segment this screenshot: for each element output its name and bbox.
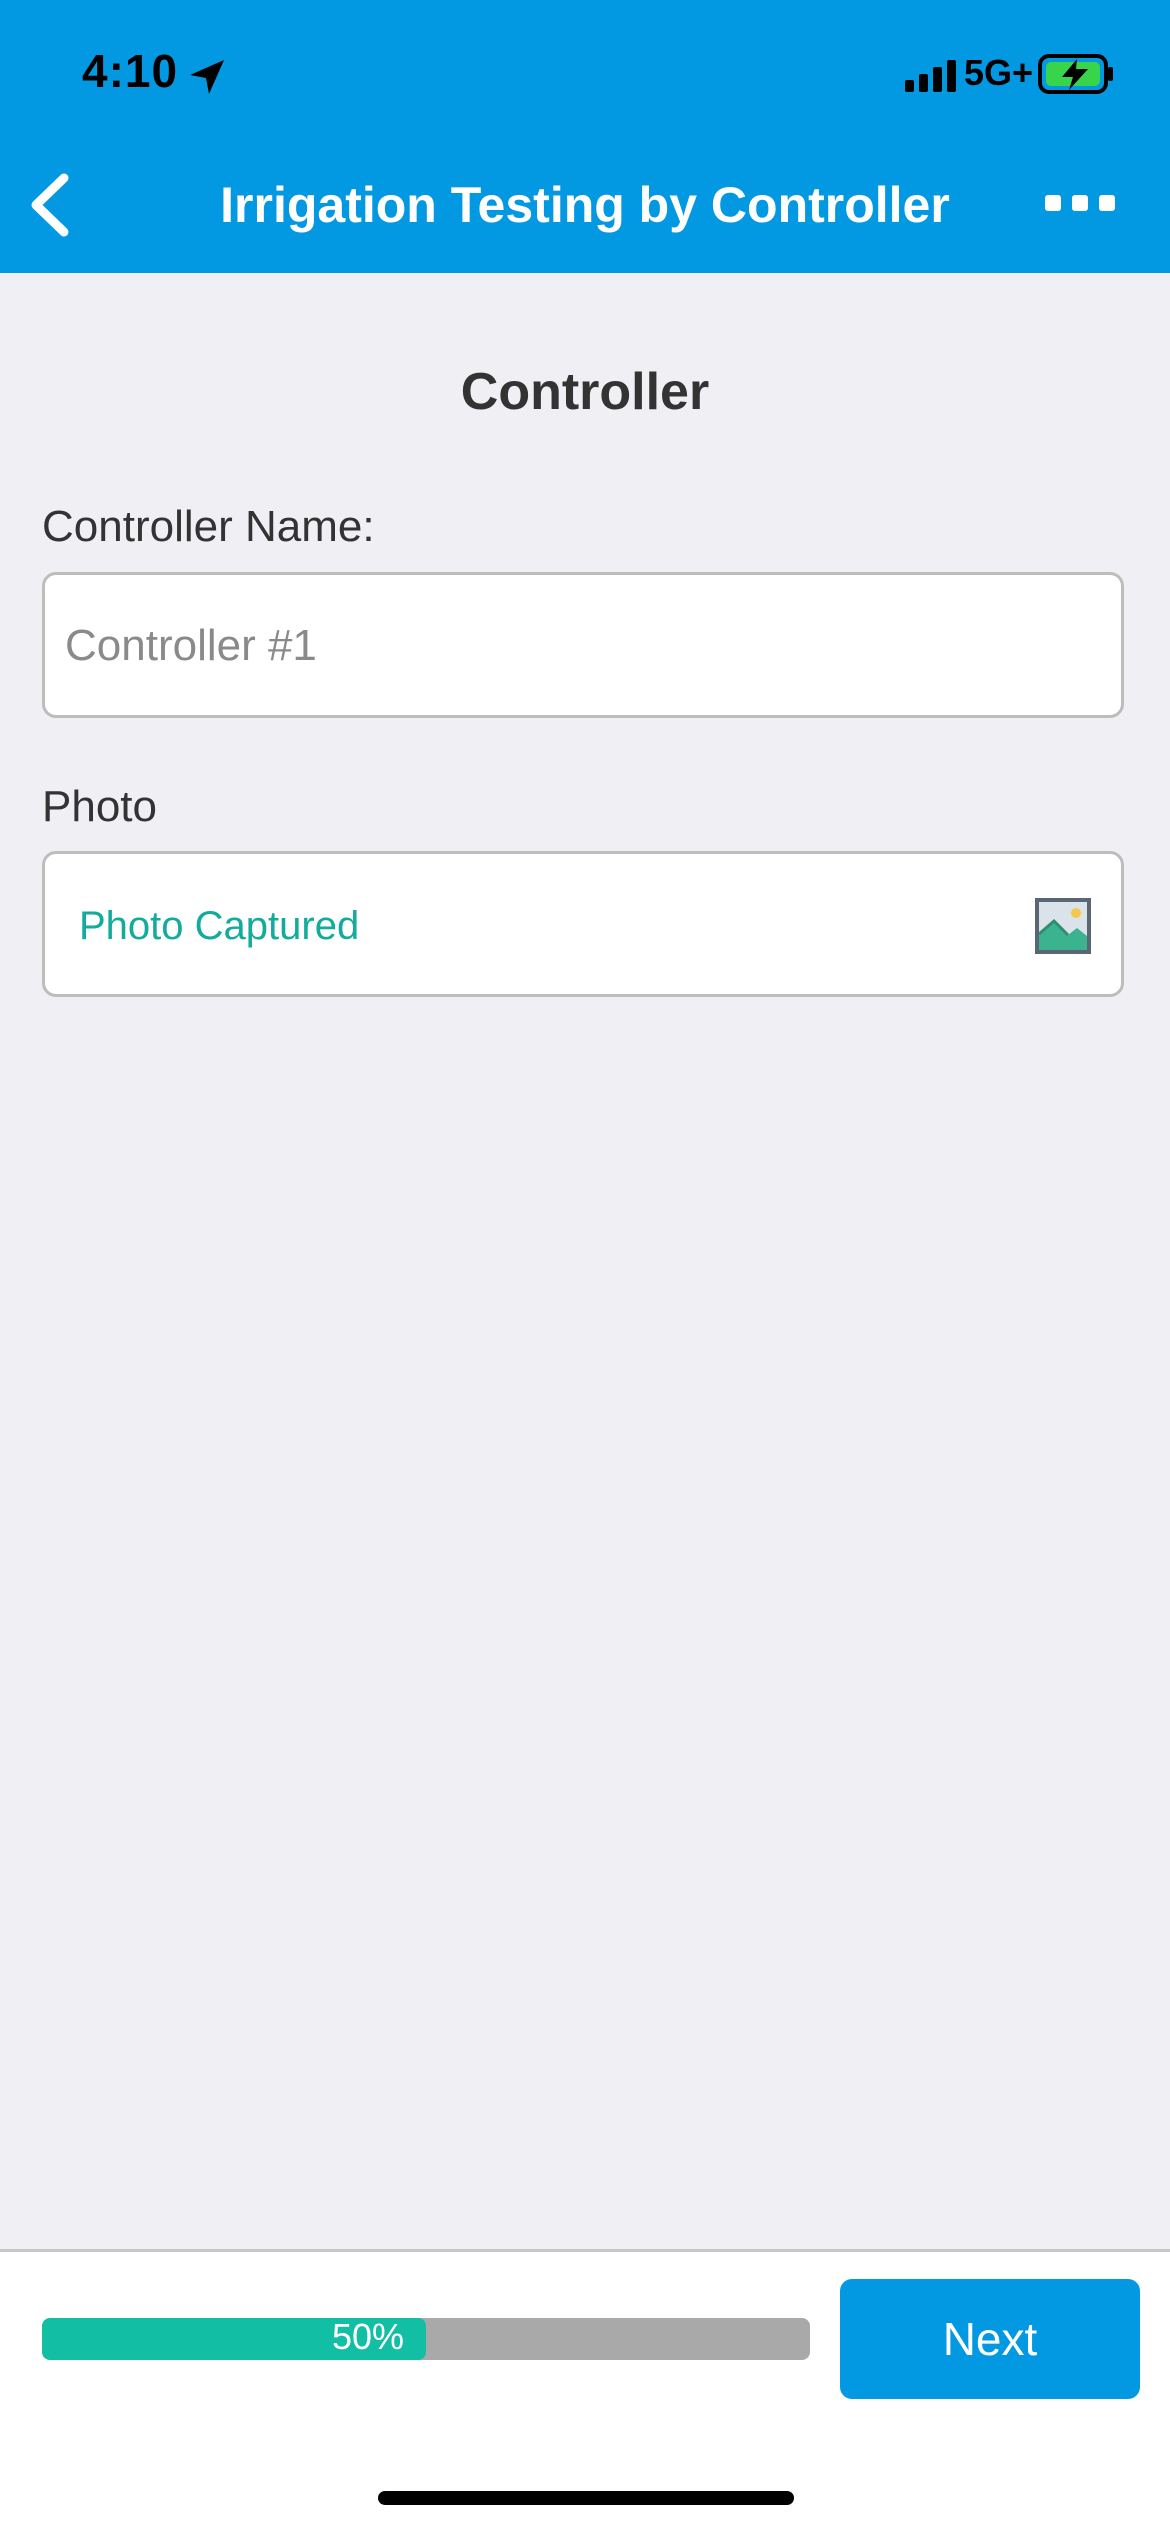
controller-name-placeholder: Controller #1 bbox=[65, 621, 317, 670]
photo-field[interactable]: Photo Captured bbox=[42, 851, 1124, 997]
status-time: 4:10 bbox=[82, 45, 179, 97]
network-label: 5G+ bbox=[964, 52, 1034, 93]
navigation-header: 4:10 5G+ Irrigation Testing by Controlle… bbox=[0, 0, 1170, 273]
controller-name-input[interactable]: Controller #1 bbox=[42, 572, 1124, 718]
section-title: Controller bbox=[460, 363, 710, 421]
location-arrow-icon bbox=[190, 60, 224, 94]
progress-label: 50% bbox=[332, 2316, 405, 2357]
more-dot-icon bbox=[1099, 195, 1115, 211]
controller-name-label: Controller Name: bbox=[42, 502, 375, 551]
page-title: Irrigation Testing by Controller bbox=[220, 177, 950, 233]
next-button[interactable]: Next bbox=[840, 2279, 1140, 2399]
more-options-button[interactable] bbox=[1045, 186, 1115, 220]
back-button[interactable] bbox=[20, 168, 84, 242]
battery-charging-icon bbox=[1038, 54, 1113, 94]
signal-bars-icon bbox=[905, 60, 956, 92]
home-indicator bbox=[378, 2491, 794, 2505]
photo-label: Photo bbox=[42, 782, 157, 831]
photo-status: Photo Captured bbox=[79, 904, 360, 948]
progress-bar bbox=[42, 2318, 810, 2360]
more-dot-icon bbox=[1045, 195, 1061, 211]
more-dot-icon bbox=[1072, 195, 1088, 211]
image-icon[interactable] bbox=[1033, 896, 1093, 956]
